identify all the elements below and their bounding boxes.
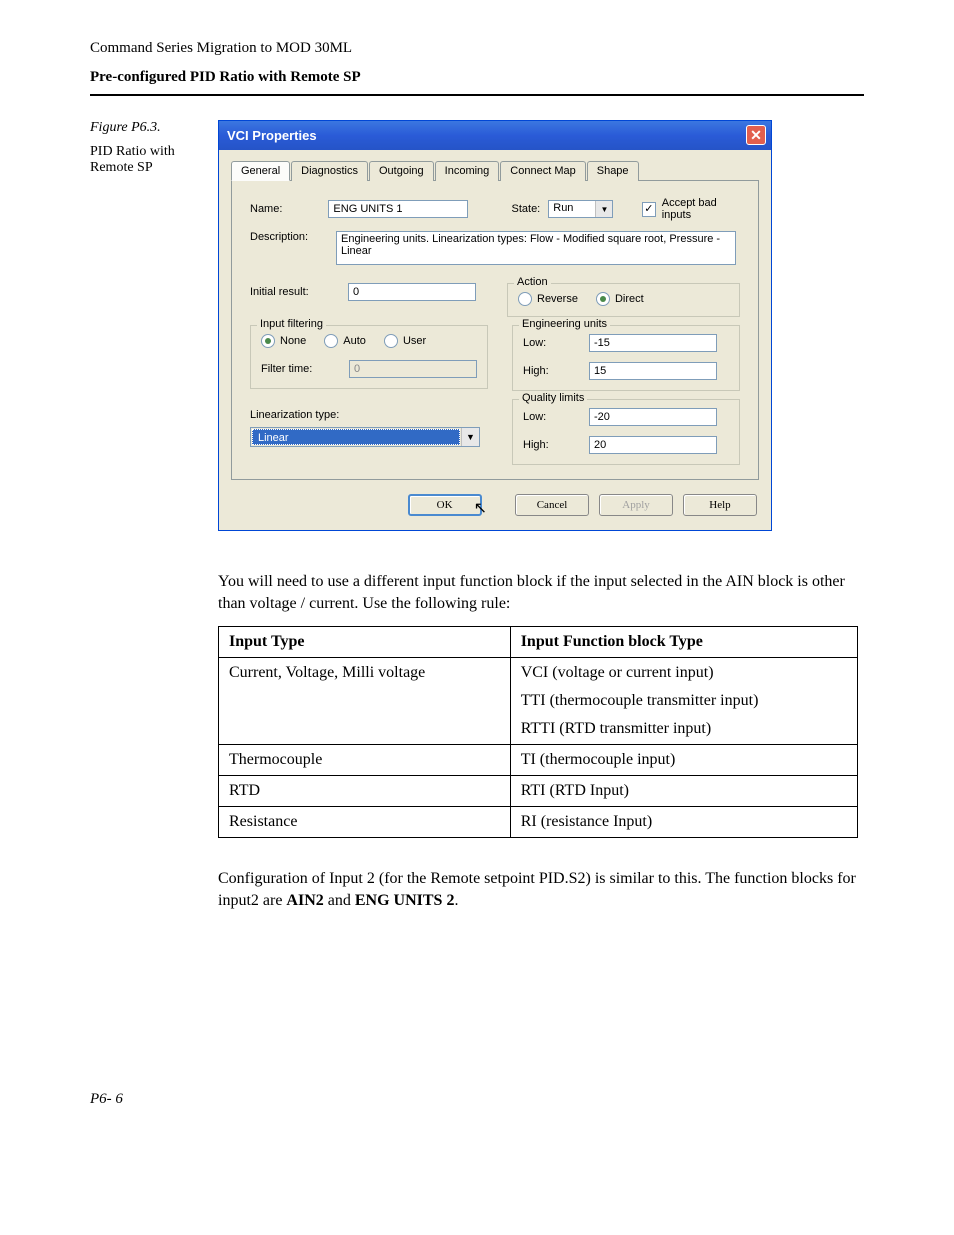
th-input-type: Input Type xyxy=(219,627,511,658)
description-input[interactable]: Engineering units. Linearization types: … xyxy=(336,231,736,265)
text: and xyxy=(324,892,355,909)
chevron-down-icon: ▼ xyxy=(595,201,612,217)
tab-panel-general: Name: State: Run ▼ ✓ Accept bad inputs xyxy=(231,181,759,480)
input-filtering-group: Input filtering None Auto xyxy=(250,325,488,389)
cell-line: RTTI (RTD transmitter input) xyxy=(521,720,847,738)
name-label: Name: xyxy=(250,203,320,215)
initial-result-input[interactable] xyxy=(348,283,476,301)
paragraph-1: You will need to use a different input f… xyxy=(218,571,858,614)
filter-none-label: None xyxy=(280,335,306,347)
bold-text: ENG UNITS 2 xyxy=(355,892,455,909)
linearization-select[interactable]: Linear ▼ xyxy=(250,427,480,447)
eng-units-legend: Engineering units xyxy=(519,318,610,330)
tab-incoming[interactable]: Incoming xyxy=(435,161,500,181)
vci-properties-dialog: VCI Properties ✕ General Diagnostics Out… xyxy=(218,120,772,531)
eng-units-group: Engineering units Low: High: xyxy=(512,325,740,391)
figure-number: Figure P6.3. xyxy=(90,120,190,136)
cell-line: VCI (voltage or current input) xyxy=(521,664,847,682)
q-low-label: Low: xyxy=(523,411,581,423)
quality-limits-legend: Quality limits xyxy=(519,392,587,404)
quality-limits-group: Quality limits Low: High: xyxy=(512,399,740,465)
checkbox-checked-icon: ✓ xyxy=(642,202,656,217)
eng-low-input[interactable] xyxy=(589,334,717,352)
table-row: RTDRTI (RTD Input) xyxy=(219,776,858,807)
radio-unchecked-icon xyxy=(324,334,338,348)
filter-none-radio[interactable]: None xyxy=(261,334,306,348)
eng-high-label: High: xyxy=(523,365,581,377)
linearization-value: Linear xyxy=(252,429,460,445)
table-row: Current, Voltage, Milli voltage VCI (vol… xyxy=(219,658,858,745)
doc-header: Command Series Migration to MOD 30ML xyxy=(90,40,864,57)
bold-text: AIN2 xyxy=(286,892,323,909)
filter-time-label: Filter time: xyxy=(261,363,341,375)
action-reverse-radio[interactable]: Reverse xyxy=(518,292,578,306)
tab-outgoing[interactable]: Outgoing xyxy=(369,161,434,181)
tab-general[interactable]: General xyxy=(231,161,290,181)
table-row: ThermocoupleTI (thermocouple input) xyxy=(219,745,858,776)
state-select[interactable]: Run ▼ xyxy=(548,200,613,218)
cancel-button[interactable]: Cancel xyxy=(515,494,589,516)
action-direct-radio[interactable]: Direct xyxy=(596,292,644,306)
text: . xyxy=(454,892,458,909)
apply-button: Apply xyxy=(599,494,673,516)
cell-line: TTI (thermocouple transmitter input) xyxy=(521,692,847,710)
eng-low-label: Low: xyxy=(523,337,581,349)
filter-auto-label: Auto xyxy=(343,335,366,347)
action-legend: Action xyxy=(514,276,551,288)
tab-shape[interactable]: Shape xyxy=(587,161,639,181)
action-group: Action Reverse Direct xyxy=(507,283,740,317)
chevron-down-icon: ▼ xyxy=(461,428,479,446)
name-input[interactable] xyxy=(328,200,468,218)
filter-time-input xyxy=(349,360,477,378)
q-high-label: High: xyxy=(523,439,581,451)
filter-user-label: User xyxy=(403,335,426,347)
state-label: State: xyxy=(512,203,541,215)
filter-auto-radio[interactable]: Auto xyxy=(324,334,366,348)
input-filtering-legend: Input filtering xyxy=(257,318,326,330)
figure-caption: Figure P6.3. PID Ratio with Remote SP xyxy=(90,120,190,176)
radio-checked-icon xyxy=(596,292,610,306)
input-type-table: Input Type Input Function block Type Cur… xyxy=(218,626,858,838)
radio-checked-icon xyxy=(261,334,275,348)
q-low-input[interactable] xyxy=(589,408,717,426)
action-reverse-label: Reverse xyxy=(537,293,578,305)
filter-user-radio[interactable]: User xyxy=(384,334,426,348)
action-direct-label: Direct xyxy=(615,293,644,305)
state-value: Run xyxy=(549,201,595,217)
accept-bad-checkbox[interactable]: ✓ Accept bad inputs xyxy=(642,197,740,221)
tab-strip: General Diagnostics Outgoing Incoming Co… xyxy=(231,160,759,181)
window-title: VCI Properties xyxy=(227,128,317,143)
ok-button[interactable]: OK xyxy=(408,494,482,516)
description-label: Description: xyxy=(250,231,328,243)
radio-unchecked-icon xyxy=(384,334,398,348)
tab-diagnostics[interactable]: Diagnostics xyxy=(291,161,368,181)
divider xyxy=(90,94,864,96)
q-high-input[interactable] xyxy=(589,436,717,454)
tab-connect-map[interactable]: Connect Map xyxy=(500,161,585,181)
radio-unchecked-icon xyxy=(518,292,532,306)
page-number: P6- 6 xyxy=(90,1091,864,1108)
doc-section-title: Pre-configured PID Ratio with Remote SP xyxy=(90,69,864,86)
close-icon[interactable]: ✕ xyxy=(746,125,766,145)
linearization-label: Linearization type: xyxy=(250,409,488,421)
accept-bad-label: Accept bad inputs xyxy=(662,197,740,221)
help-button[interactable]: Help xyxy=(683,494,757,516)
titlebar[interactable]: VCI Properties ✕ xyxy=(219,121,771,150)
eng-high-input[interactable] xyxy=(589,362,717,380)
table-header-row: Input Type Input Function block Type xyxy=(219,627,858,658)
th-block-type: Input Function block Type xyxy=(510,627,857,658)
initial-result-label: Initial result: xyxy=(250,286,340,298)
table-row: ResistanceRI (resistance Input) xyxy=(219,807,858,838)
paragraph-2: Configuration of Input 2 (for the Remote… xyxy=(218,868,858,911)
figure-subtitle: PID Ratio with Remote SP xyxy=(90,144,190,176)
